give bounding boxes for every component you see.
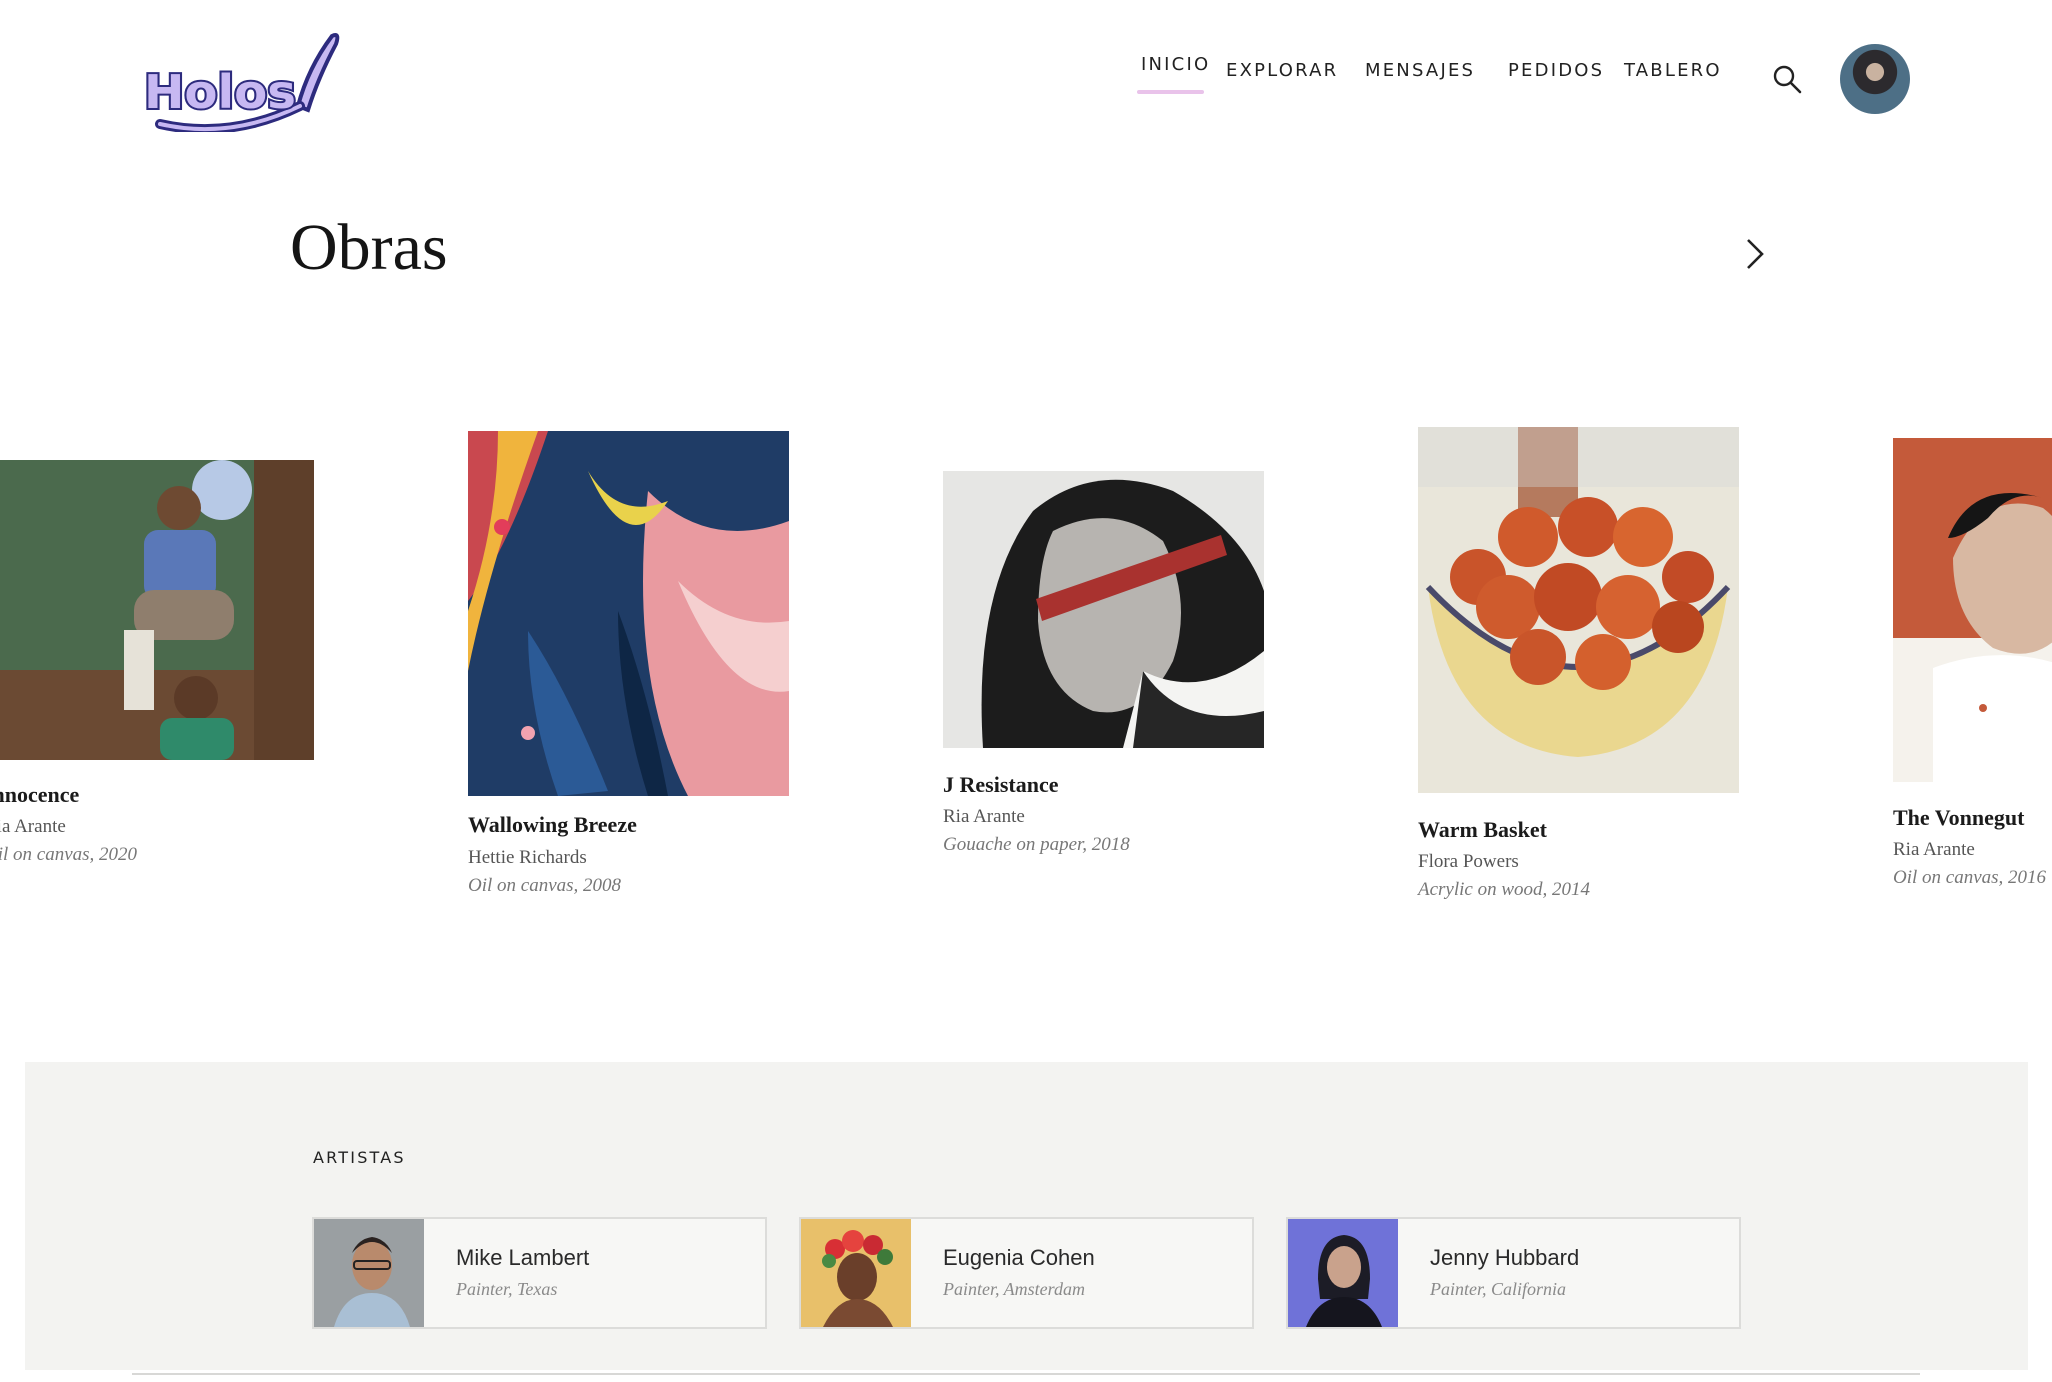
main-nav: INICIO EXPLORAR MENSAJES PEDIDOS TABLERO	[0, 54, 2052, 100]
artist-card-jenny-hubbard[interactable]: Jenny Hubbard Painter, California	[1286, 1217, 1741, 1329]
artwork-image	[1418, 427, 1739, 793]
artist-name: Jenny Hubbard	[1430, 1245, 1580, 1270]
nav-mensajes[interactable]: MENSAJES	[1365, 60, 1475, 81]
artists-heading: ARTISTAS	[313, 1148, 406, 1167]
artist-role: Painter, Amsterdam	[943, 1279, 1085, 1299]
artwork-artist: Hettie Richards	[468, 847, 587, 868]
artist-portrait	[314, 1219, 424, 1327]
artwork-image	[468, 431, 789, 796]
artwork-card-j-resistance[interactable]: J Resistance Ria Arante Gouache on paper…	[943, 471, 1283, 871]
artwork-medium: Acrylic on wood, 2014	[1418, 879, 1591, 900]
artist-card-eugenia-cohen[interactable]: Eugenia Cohen Painter, Amsterdam	[799, 1217, 1254, 1329]
nav-pedidos[interactable]: PEDIDOS	[1508, 60, 1604, 81]
artwork-image	[943, 471, 1264, 748]
nav-explorar[interactable]: EXPLORAR	[1226, 60, 1338, 81]
artwork-medium: Gouache on paper, 2018	[943, 834, 1130, 855]
page: Holos INICIO EXPLORAR MENSAJES PEDIDOS T…	[0, 0, 2052, 1382]
chevron-right-icon[interactable]	[1740, 236, 1770, 272]
user-avatar[interactable]	[1840, 44, 1910, 114]
artist-name: Mike Lambert	[456, 1245, 590, 1270]
artwork-image	[0, 460, 314, 760]
artwork-title: The Vonnegut	[1893, 805, 2025, 830]
artwork-title: J Resistance	[943, 772, 1059, 797]
nav-inicio[interactable]: INICIO	[1141, 54, 1210, 75]
search-icon[interactable]	[1772, 64, 1802, 94]
divider	[132, 1373, 1920, 1375]
artwork-title: Innocence	[0, 782, 80, 807]
nav-tablero[interactable]: TABLERO	[1624, 60, 1722, 81]
artwork-medium: Oil on canvas, 2008	[468, 875, 622, 896]
artist-name: Eugenia Cohen	[943, 1245, 1095, 1270]
artwork-artist: Ria Arante	[1893, 839, 1975, 860]
artist-role: Painter, Texas	[456, 1279, 558, 1299]
artist-portrait	[1288, 1219, 1398, 1327]
artwork-artist: Flora Powers	[1418, 851, 1519, 872]
artwork-artist: Ria Arante	[943, 806, 1025, 827]
artwork-card-warm-basket[interactable]: Warm Basket Flora Powers Acrylic on wood…	[1418, 427, 1758, 907]
artwork-card-innocence[interactable]: Innocence Ria Arante Oil on canvas, 2020	[0, 460, 324, 880]
artist-portrait	[801, 1219, 911, 1327]
artwork-card-wallowing-breeze[interactable]: Wallowing Breeze Hettie Richards Oil on …	[468, 431, 808, 901]
page-title: Obras	[290, 211, 448, 284]
artwork-artist: Ria Arante	[0, 816, 66, 837]
artist-card-mike-lambert[interactable]: Mike Lambert Painter, Texas	[312, 1217, 767, 1329]
nav-active-indicator	[1137, 90, 1204, 94]
artwork-card-the-vonnegut[interactable]: The Vonnegut Ria Arante Oil on canvas, 2…	[1893, 438, 2052, 898]
artwork-title: Wallowing Breeze	[468, 812, 637, 837]
artwork-medium: Oil on canvas, 2016	[1893, 867, 2047, 888]
artist-role: Painter, California	[1430, 1279, 1567, 1299]
artwork-title: Warm Basket	[1418, 817, 1547, 842]
artwork-medium: Oil on canvas, 2020	[0, 844, 138, 865]
artwork-image	[1893, 438, 2052, 782]
